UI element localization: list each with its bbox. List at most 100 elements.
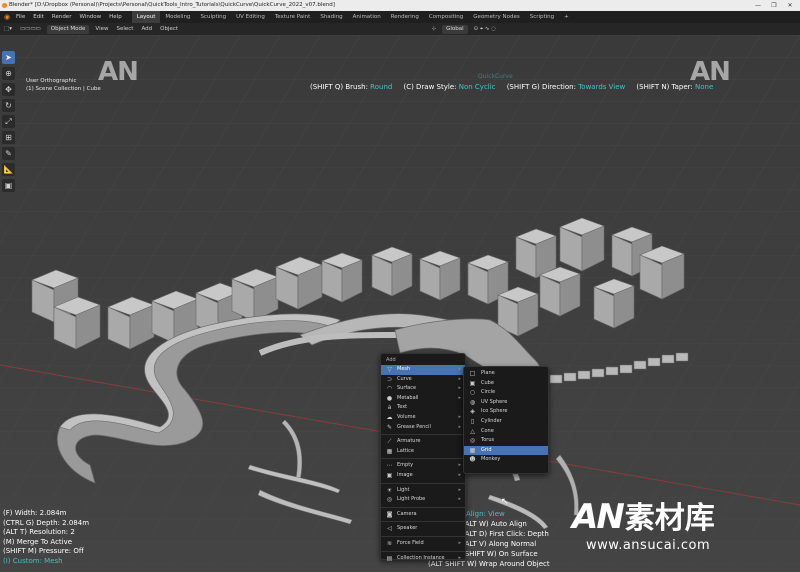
transform-orientation-icon[interactable]: ⊹ [427,26,440,32]
tab-rendering[interactable]: Rendering [386,11,424,23]
menu-separator [381,434,465,436]
menu-separator [381,506,465,508]
add-menu-item-camera[interactable]: ◙ Camera [381,510,465,520]
merge-hint: (M) Merge To Active [3,537,73,546]
add-menu-item-text[interactable]: a Text [381,403,465,413]
mouse-cursor-icon: ↖ [501,497,509,507]
menu-edit[interactable]: Edit [29,11,48,23]
add-menu-item-lattice[interactable]: ▦ Lattice [381,447,465,457]
torus-icon: ◎ [469,437,476,445]
scale-tool-icon[interactable]: ⤢ [2,115,15,128]
image-icon: ▣ [386,471,393,479]
maximize-button[interactable]: ❐ [766,0,782,11]
header-menu-view[interactable]: View [91,26,112,32]
select-tool-icon[interactable]: ➤ [2,51,15,64]
orientation-dropdown[interactable]: Global [442,24,468,34]
add-menu-item-light-probe[interactable]: ◎ Light Probe ▸ [381,495,465,505]
add-menu-item-surface[interactable]: ◠ Surface ▸ [381,384,465,394]
menu-separator [381,521,465,523]
mesh-item-plane[interactable]: □ Plane [464,369,548,379]
add-menu-item-empty[interactable]: ⋯ Empty ▸ [381,461,465,471]
add-menu-item-speaker[interactable]: ◁ Speaker [381,524,465,534]
add-menu-item-grease-pencil[interactable]: ✎ Grease Pencil ▸ [381,423,465,433]
mesh-item-circle[interactable]: ○ Circle [464,388,548,398]
menu-help[interactable]: Help [105,11,126,23]
add-menu: Add ▽ Mesh ▸ ⊃ Curve ▸ ◠ Surface ▸ ● Metaball ▸ … [380,353,466,562]
watermark-brand: AN素材库 [572,493,715,537]
transform-tool-icon[interactable]: ⊞ [2,131,15,144]
menu-file[interactable]: File [12,11,29,23]
menu-separator [381,458,465,460]
top-menubar: ◉ File Edit Render Window Help Layout Mo… [0,11,800,23]
mesh-item-grid[interactable]: ▦ Grid [464,445,548,456]
collection-icon: ▤ [386,554,393,562]
mesh-item-uv-sphere[interactable]: ◍ UV Sphere [464,398,548,408]
custom-mesh-hint: (I) Custom: Mesh [3,556,63,565]
select-mode-icons[interactable]: ▭▭▭▭ [16,26,45,32]
add-menu-item-collection-instance[interactable]: ▤ Collection Instance ▸ [381,554,465,564]
add-menu-item-armature[interactable]: ⟋ Armature [381,437,465,447]
move-tool-icon[interactable]: ✥ [2,83,15,96]
watermark-brand-an: AN [572,497,625,537]
tab-geometry-nodes[interactable]: Geometry Nodes [468,11,524,23]
rotate-tool-icon[interactable]: ↻ [2,99,15,112]
editor-type-icon[interactable]: ⬚▾ [0,26,16,32]
minimize-button[interactable]: — [750,0,766,11]
mesh-item-ico-sphere[interactable]: ◈ Ico Sphere [464,407,548,417]
tab-layout[interactable]: Layout [131,11,161,23]
hint-key: (SHIFT N) Taper: [636,83,693,91]
mesh-icon: ▽ [387,366,392,373]
tab-scripting[interactable]: Scripting [525,11,559,23]
header-menu-object[interactable]: Object [156,26,182,32]
tab-shading[interactable]: Shading [315,11,347,23]
resolution-hint: (ALT T) Resolution: 2 [3,528,75,537]
empty-icon: ⋯ [386,462,393,470]
mesh-item-cube[interactable]: ▣ Cube [464,379,548,389]
add-menu-item-curve[interactable]: ⊃ Curve ▸ [381,375,465,385]
hint-value: Non Cyclic [458,83,496,91]
header-menu-select[interactable]: Select [112,26,137,32]
bottom-left-hints: (F) Width: 2.084m (CTRL G) Depth: 2.084m… [3,509,89,567]
light-probe-icon: ◎ [386,496,393,504]
mesh-submenu: □ Plane ▣ Cube ○ Circle ◍ UV Sphere ◈ Ico Sph… [463,366,549,474]
window-titlebar: Blender* [D:\Dropbox (Personal)\Projects… [0,0,800,11]
mode-dropdown[interactable]: Object Mode [46,24,90,34]
mesh-item-cone[interactable]: △ Cone [464,427,548,437]
measure-tool-icon[interactable]: 📐 [2,163,15,176]
add-menu-item-volume[interactable]: ☁ Volume ▸ [381,413,465,423]
blender-app-icon [2,3,7,8]
mesh-item-cylinder[interactable]: ▯ Cylinder [464,417,548,427]
watermark-url: www.ansucai.com [586,538,711,553]
add-cube-tool-icon[interactable]: ▣ [2,179,15,192]
lattice-icon: ▦ [386,447,393,455]
cursor-tool-icon[interactable]: ⊕ [2,67,15,80]
menu-render[interactable]: Render [48,11,76,23]
tab-modeling[interactable]: Modeling [160,11,195,23]
add-workspace-button[interactable]: + [559,11,574,23]
plane-icon: □ [469,370,476,377]
pivot-snap-icons[interactable]: ⊙ ⌖ ∿ ◌ [470,26,500,33]
close-button[interactable]: ✕ [782,0,798,11]
tab-texture-paint[interactable]: Texture Paint [270,11,316,23]
armature-icon: ⟋ [387,438,392,446]
mesh-item-torus[interactable]: ◎ Torus [464,436,548,446]
add-menu-item-force-field[interactable]: ≋ Force Field ▸ [381,539,465,549]
annotate-tool-icon[interactable]: ✎ [2,147,15,160]
uv-sphere-icon: ◍ [469,398,476,406]
force-field-icon: ≋ [386,539,393,547]
add-menu-item-mesh[interactable]: ▽ Mesh ▸ [381,365,465,375]
header-menu-add[interactable]: Add [137,26,156,32]
add-menu-item-image[interactable]: ▣ Image ▸ [381,471,465,481]
add-menu-item-light[interactable]: ☀ Light ▸ [381,486,465,496]
tab-sculpting[interactable]: Sculpting [195,11,231,23]
width-hint: (F) Width: 2.084m [3,509,67,517]
blender-logo-icon[interactable]: ◉ [2,13,12,21]
menu-window[interactable]: Window [75,11,105,23]
volume-icon: ☁ [386,413,393,421]
collection-info: (1) Scene Collection | Cube [26,86,101,92]
add-menu-item-metaball[interactable]: ● Metaball ▸ [381,394,465,404]
tab-compositing[interactable]: Compositing [424,11,468,23]
tab-uv-editing[interactable]: UV Editing [231,11,270,23]
mesh-item-monkey[interactable]: ☻ Monkey [464,455,548,465]
tab-animation[interactable]: Animation [348,11,386,23]
